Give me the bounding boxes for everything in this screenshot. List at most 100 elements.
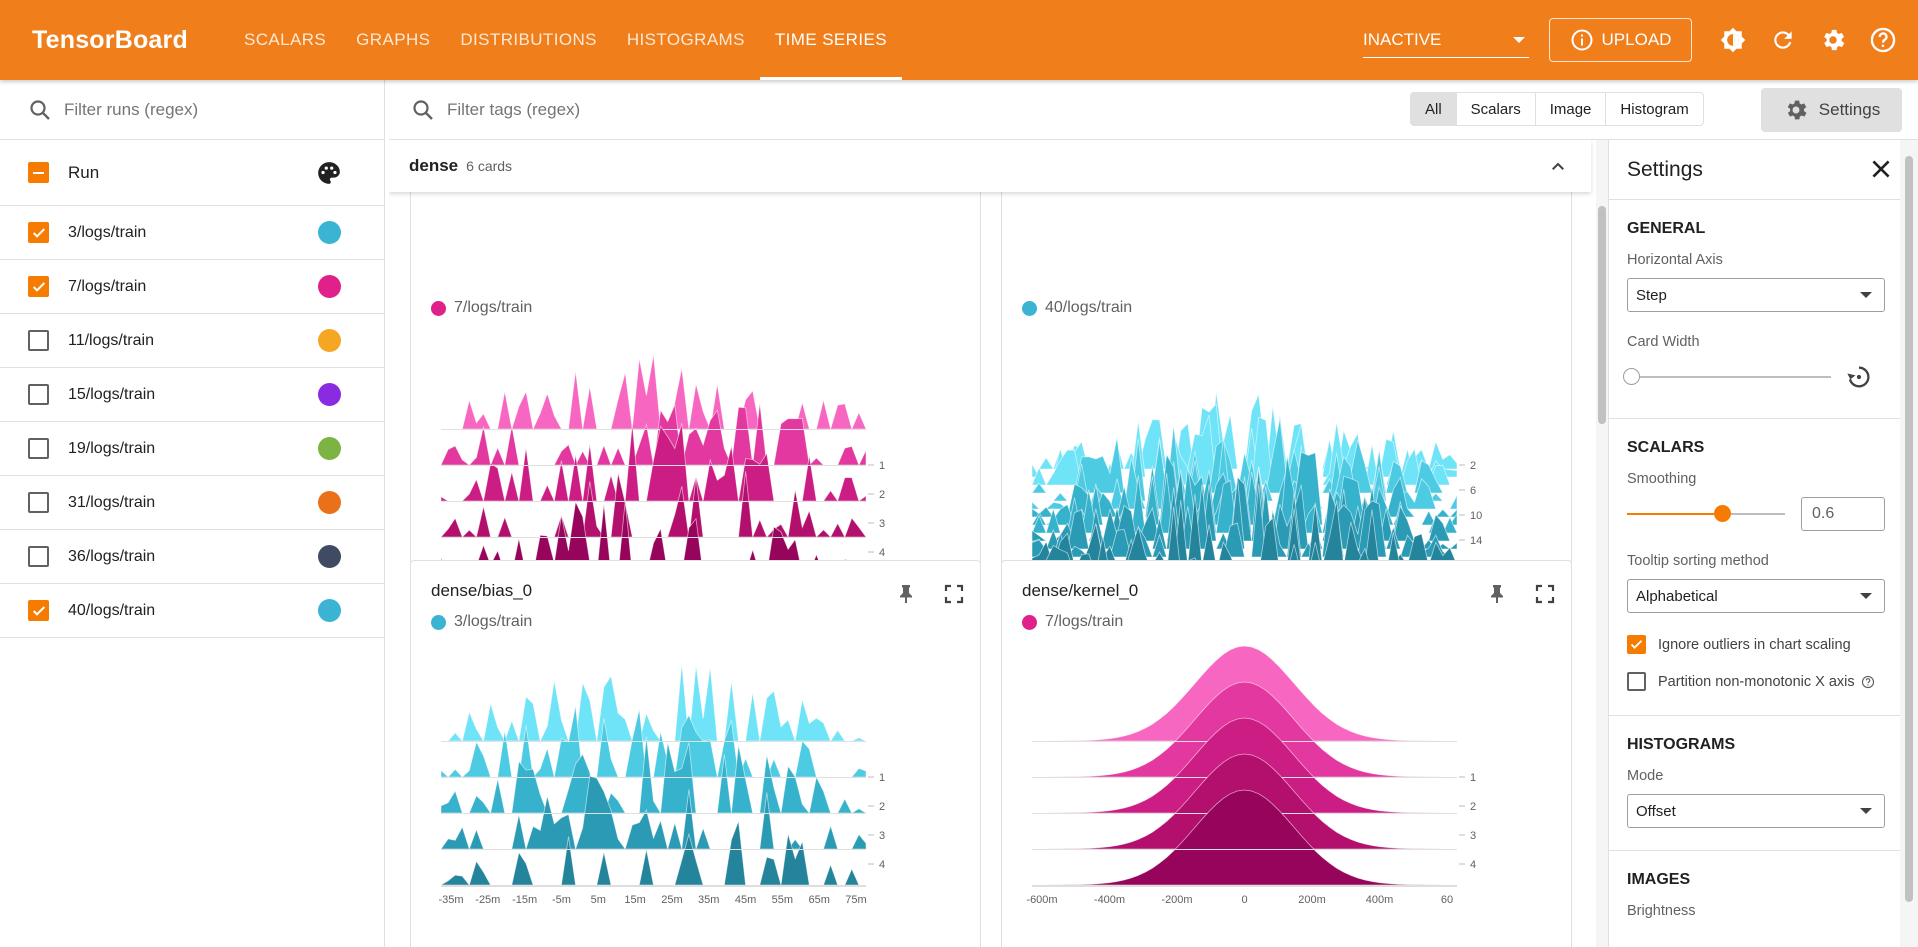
type-scalars-button[interactable]: Scalars [1457,93,1536,125]
run-row[interactable]: 11/logs/train [0,314,384,368]
run-color-swatch[interactable] [318,221,341,244]
settings-scrollbar-thumb[interactable] [1905,156,1913,902]
run-row[interactable]: 15/logs/train [0,368,384,422]
tab-distributions[interactable]: DISTRIBUTIONS [445,0,612,80]
group-name: dense [409,156,459,175]
reset-icon[interactable] [1845,363,1873,391]
partition-x-label: Partition non-monotonic X axis [1658,673,1855,690]
run-checkbox[interactable] [28,222,49,243]
card-width-slider[interactable] [1623,360,1892,394]
check-icon [1630,640,1643,649]
tab-graphs[interactable]: GRAPHS [341,0,445,80]
fullscreen-icon [1535,584,1555,604]
settings-toggle-button[interactable]: Settings [1761,88,1902,132]
tab-scalars[interactable]: SCALARS [229,0,341,80]
run-color-swatch[interactable] [318,599,341,622]
pin-icon [1491,585,1503,603]
card-width-knob[interactable] [1623,368,1640,385]
tooltip-sort-select[interactable]: Alphabetical [1627,579,1885,613]
header-actions: INACTIVE UPLOAD [1363,0,1918,80]
run-checkbox[interactable] [28,492,49,513]
x-tick-label: 0 [1241,894,1247,906]
close-icon[interactable] [1868,156,1894,182]
x-tick-label: 5m [591,894,606,906]
type-image-button[interactable]: Image [1536,93,1607,125]
histogram-mode-select[interactable]: Offset [1627,794,1885,828]
tags-filter[interactable]: Filter tags (regex) [389,98,1409,122]
partition-x-option[interactable]: Partition non-monotonic X axis [1627,672,1892,691]
cards-scrollbar[interactable] [1596,140,1608,947]
partition-x-checkbox[interactable] [1627,672,1646,691]
pin-card-button[interactable] [893,581,919,607]
x-tick-label: 35m [698,894,719,906]
smoothing-knob[interactable] [1713,505,1731,522]
x-tick-label: 65m [808,894,829,906]
run-checkbox[interactable] [28,546,49,567]
pin-card-button[interactable] [1484,581,1510,607]
help-button[interactable] [1858,15,1908,65]
card-group-header[interactable]: dense 6 cards [389,140,1591,192]
run-row[interactable]: 7/logs/train [0,260,384,314]
palette-icon[interactable] [316,160,342,186]
cards-scrollbar-thumb[interactable] [1598,206,1606,424]
run-row[interactable]: 19/logs/train [0,422,384,476]
card-legend: 7/logs/train [1022,613,1123,631]
chevron-up-icon[interactable] [1549,158,1567,176]
settings-pane-header: Settings [1609,140,1910,200]
run-checkbox[interactable] [28,384,49,405]
y-tick-label: 2 [1470,801,1476,813]
run-row[interactable]: 36/logs/train [0,530,384,584]
run-color-swatch[interactable] [318,437,341,460]
settings-images-section: IMAGES Brightness [1609,851,1910,947]
type-histogram-button[interactable]: Histogram [1606,93,1702,125]
run-color-swatch[interactable] [318,275,341,298]
ignore-outliers-option[interactable]: Ignore outliers in chart scaling [1627,635,1892,654]
smoothing-track-fill [1627,513,1722,515]
theme-toggle-button[interactable] [1708,15,1758,65]
run-row[interactable]: 3/logs/train [0,206,384,260]
reload-button[interactable] [1758,15,1808,65]
card-run-name: 7/logs/train [1045,613,1124,630]
run-checkbox[interactable] [28,438,49,459]
run-row[interactable]: 31/logs/train [0,476,384,530]
run-checkbox[interactable] [28,600,49,621]
runs-filter[interactable]: Filter runs (regex) [0,80,384,140]
histogram-layer [441,663,867,743]
ignore-outliers-checkbox[interactable] [1627,635,1646,654]
run-name: 11/logs/train [68,331,154,349]
run-color-swatch[interactable] [318,383,341,406]
type-all-button[interactable]: All [1411,93,1457,125]
fullscreen-card-button[interactable] [941,581,967,607]
smoothing-slider[interactable]: 0.6 [1627,497,1892,531]
settings-general-section: GENERAL Horizontal Axis Step Card Width [1609,200,1910,419]
tab-histograms[interactable]: HISTOGRAMS [612,0,760,80]
histogram-card: dense/kernel_0 7/logs/train -600m -400m -2… [1001,560,1572,947]
check-icon [32,605,45,616]
reload-status-select[interactable]: INACTIVE [1363,22,1529,58]
run-color-swatch[interactable] [318,545,341,568]
tab-time-series[interactable]: TIME SERIES [759,0,903,80]
brand-title: TensorBoard [32,25,188,54]
fullscreen-card-button[interactable] [1532,581,1558,607]
card-run-name: 40/logs/train [1045,299,1133,316]
settings-button[interactable] [1808,15,1858,65]
run-color-dot [431,300,446,316]
tooltip-sort-label: Tooltip sorting method [1627,553,1769,569]
select-all-runs-checkbox[interactable] [28,162,49,183]
run-checkbox[interactable] [28,330,49,351]
run-color-swatch[interactable] [318,329,341,352]
run-checkbox[interactable] [28,276,49,297]
run-color-dot [431,614,446,630]
smoothing-input[interactable]: 0.6 [1801,497,1885,531]
upload-button[interactable]: UPLOAD [1549,18,1692,62]
gear-icon [1787,100,1807,120]
help-icon[interactable] [1861,675,1875,689]
settings-scalars-section: SCALARS Smoothing 0.6 Tooltip sorting me… [1609,419,1910,716]
run-row[interactable]: 40/logs/train [0,584,384,638]
histogram-mode-label: Mode [1627,768,1664,784]
fullscreen-icon [944,584,964,604]
tooltip-sort-value: Alphabetical [1636,587,1718,605]
horizontal-axis-select[interactable]: Step [1627,278,1885,312]
settings-scrollbar[interactable] [1900,140,1918,947]
run-color-swatch[interactable] [318,491,341,514]
